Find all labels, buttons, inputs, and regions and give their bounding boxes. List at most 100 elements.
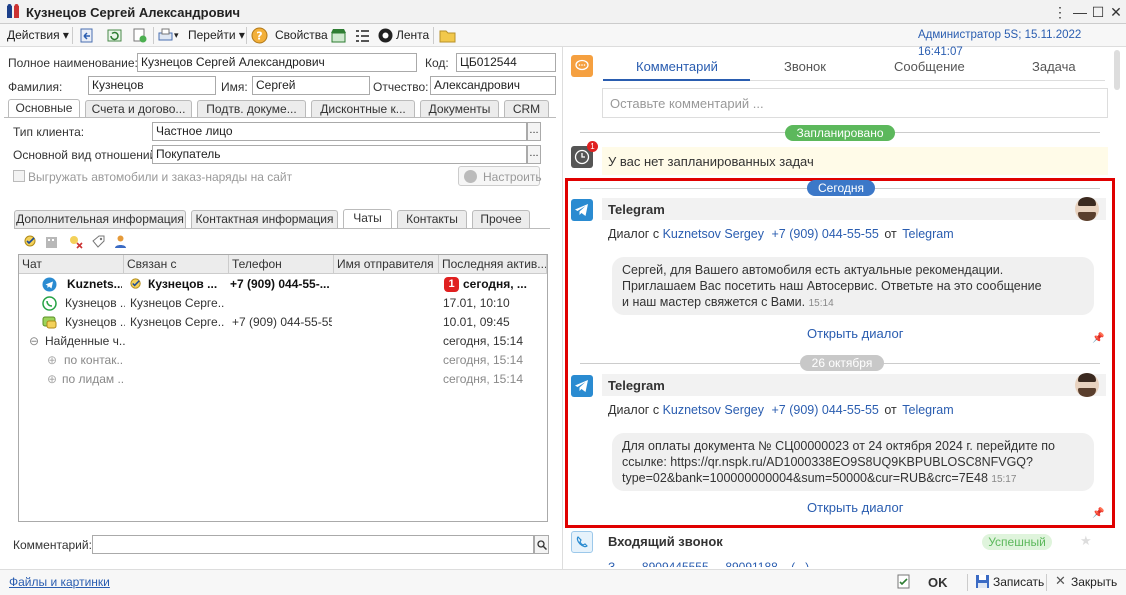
export-checkbox[interactable] — [13, 170, 25, 182]
tab-crm[interactable]: CRM — [504, 100, 549, 118]
folder-icon[interactable] — [439, 27, 456, 44]
tab-documents[interactable]: Документы — [420, 100, 499, 118]
open-dialog-link[interactable]: Открыть диалог — [807, 500, 903, 515]
files-link[interactable]: Файлы и картинки — [9, 575, 110, 589]
tab-comment[interactable]: Комментарий — [636, 59, 718, 74]
card-title: Telegram — [608, 202, 665, 217]
col-chat[interactable]: Чат — [19, 255, 124, 274]
copy-doc-icon[interactable] — [131, 27, 148, 44]
scrollbar-thumb[interactable] — [1114, 50, 1120, 90]
expand-icon[interactable]: ⊕ — [47, 370, 59, 389]
tab-confirm-docs[interactable]: Подтв. докуме... — [197, 100, 306, 118]
save-button[interactable]: Записать — [993, 575, 1044, 589]
configure-label: Настроить — [483, 170, 542, 184]
subtab-contacts[interactable]: Контакты — [397, 210, 467, 228]
properties-button[interactable]: Свойства — [275, 27, 328, 44]
channel-link[interactable]: Telegram — [902, 227, 953, 241]
clear-icon[interactable] — [68, 234, 83, 249]
telegram-type-icon — [571, 375, 593, 397]
patronymic-input[interactable]: Александрович — [430, 76, 556, 95]
search-button[interactable] — [534, 535, 549, 554]
feed-icon[interactable] — [377, 27, 394, 44]
row-linked: Кузнецов Серге... — [130, 296, 225, 310]
close-window-button[interactable]: ✕ — [1107, 3, 1125, 21]
today-pill: Сегодня — [807, 180, 875, 196]
table-row[interactable]: ⊖ Найденные ч... сегодня, 15:14 — [19, 332, 547, 351]
sms-chat-icon — [42, 316, 57, 329]
channel-link[interactable]: Telegram — [902, 403, 953, 417]
expand-icon[interactable]: ⊕ — [47, 351, 59, 370]
client-type-input[interactable]: Частное лицо — [152, 122, 527, 141]
save-icon[interactable] — [975, 574, 990, 589]
maximize-button[interactable]: ☐ — [1089, 3, 1107, 21]
pin-icon[interactable]: 📌 — [1092, 508, 1104, 519]
close-icon[interactable]: ✕ — [1055, 573, 1066, 589]
relation-select-button[interactable]: ... — [527, 145, 541, 164]
open-dialog-link[interactable]: Открыть диалог — [807, 326, 903, 341]
toolbar-separator — [967, 574, 968, 591]
close-button[interactable]: Закрыть — [1071, 575, 1117, 589]
relation-label: Основной вид отношений: — [13, 148, 160, 162]
col-linked[interactable]: Связан с — [124, 255, 229, 274]
table-row[interactable]: ⊕ по лидам ... сегодня, 15:14 — [19, 370, 547, 389]
configure-icon — [464, 170, 477, 183]
user-icon[interactable] — [113, 234, 128, 249]
actions-menu[interactable]: Действия ▾ — [7, 27, 69, 44]
feed-button[interactable]: Лента — [396, 27, 429, 44]
surname-input[interactable]: Кузнецов — [88, 76, 216, 95]
relation-input[interactable]: Покупатель — [152, 145, 527, 164]
minimize-button[interactable]: — — [1071, 3, 1089, 21]
subtab-additional[interactable]: Дополнительная информация — [14, 210, 186, 228]
shop-icon[interactable] — [330, 27, 347, 44]
table-row[interactable]: Kuznets... Кузнецов ... +7 (909) 044-55-… — [19, 275, 547, 294]
list-icon[interactable] — [354, 27, 371, 44]
tab-accounts[interactable]: Счета и догово... — [85, 100, 192, 118]
subtab-contact-info[interactable]: Контактная информация — [191, 210, 338, 228]
col-last-activity[interactable]: Последняя актив... — [439, 255, 547, 274]
go-label: Перейти — [188, 28, 236, 42]
col-sender[interactable]: Имя отправителя — [334, 255, 439, 274]
name-input[interactable]: Сергей — [252, 76, 370, 95]
print-icon[interactable] — [157, 27, 174, 44]
code-input[interactable]: ЦБ012544 — [456, 53, 556, 72]
tab-discount-cards[interactable]: Дисконтные к... — [311, 100, 415, 118]
check-clock-icon[interactable] — [23, 234, 38, 249]
more-icon[interactable]: ⋮ — [1051, 3, 1069, 21]
print-dropdown-icon[interactable]: ▾ — [174, 27, 179, 44]
building-icon[interactable] — [44, 234, 59, 249]
col-phone[interactable]: Телефон — [229, 255, 334, 274]
phone-link[interactable]: +7 (909) 044-55-55 — [772, 403, 879, 417]
collapse-icon[interactable]: ⊖ — [29, 332, 41, 351]
check-doc-icon[interactable] — [896, 574, 911, 589]
ok-button[interactable]: OK — [928, 575, 948, 590]
contact-link[interactable]: Kuznetsov Sergey — [663, 227, 764, 241]
tab-message[interactable]: Сообщение — [894, 59, 965, 74]
pin-icon[interactable]: 📌 — [1092, 333, 1104, 344]
client-type-select-button[interactable]: ... — [527, 122, 541, 141]
contact-link[interactable]: Kuznetsov Sergey — [663, 403, 764, 417]
call-title: Входящий звонок — [608, 534, 723, 549]
comment-box[interactable]: Оставьте комментарий ... — [602, 88, 1108, 118]
subtab-chats[interactable]: Чаты — [343, 209, 392, 228]
phone-link[interactable]: +7 (909) 044-55-55 — [772, 227, 879, 241]
tag-icon[interactable] — [91, 234, 106, 249]
table-row[interactable]: ⊕ по контак... сегодня, 15:14 — [19, 351, 547, 370]
tab-main[interactable]: Основные — [8, 99, 80, 118]
back-list-icon[interactable] — [78, 27, 95, 44]
subtab-other[interactable]: Прочее — [472, 210, 530, 228]
avatar — [1075, 373, 1099, 397]
tab-call[interactable]: Звонок — [784, 59, 826, 74]
tab-task[interactable]: Задача — [1032, 59, 1076, 74]
help-icon[interactable]: ? — [251, 27, 268, 44]
table-row[interactable]: Кузнецов ... Кузнецов Серге... +7 (909) … — [19, 313, 547, 332]
star-icon[interactable]: ★ — [1080, 533, 1092, 549]
full-name-input[interactable]: Кузнецов Сергей Александрович — [137, 53, 417, 72]
row-last-activity: сегодня, 15:14 — [443, 372, 524, 386]
dialog-line: Диалог с Kuznetsov Sergey +7 (909) 044-5… — [608, 227, 954, 241]
configure-button[interactable]: Настроить — [458, 166, 542, 186]
go-menu[interactable]: Перейти ▾ — [188, 27, 245, 44]
table-row[interactable]: Кузнецов ... Кузнецов Серге... 17.01, 10… — [19, 294, 547, 313]
comment-input[interactable] — [92, 535, 534, 554]
comment-placeholder: Оставьте комментарий ... — [610, 96, 764, 111]
refresh-icon[interactable] — [106, 27, 123, 44]
